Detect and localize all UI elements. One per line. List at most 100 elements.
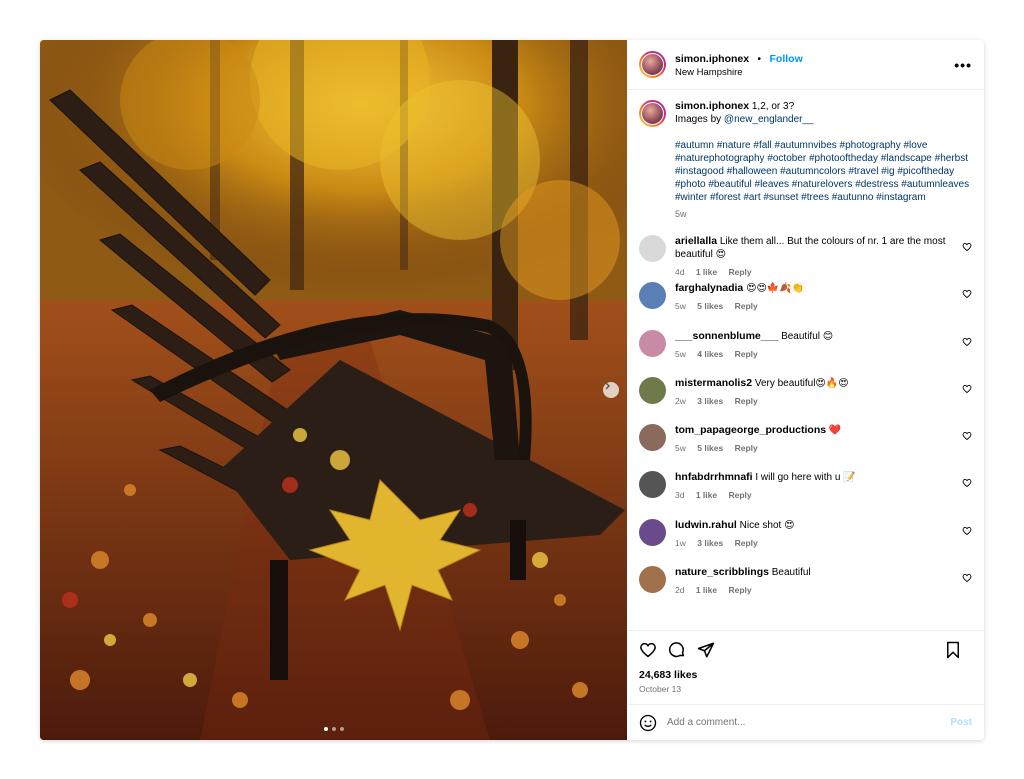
carousel-dot-3 [340,727,344,731]
post-date: October 13 [639,684,682,694]
comments-panel[interactable]: simon.iphonex 1,2, or 3? Images by @new_… [627,90,984,630]
comment-text: Beautiful 😊 [781,330,834,342]
add-comment-bar: Post [627,704,984,740]
comment-like-heart-icon[interactable] [962,289,972,299]
comment-item: mistermanolis2 Very beautiful😍🔥😍 2w 3 li… [639,376,972,424]
author-username[interactable]: simon.iphonex [675,53,749,65]
comment-list: ariellalla Like them all... But the colo… [639,235,972,613]
post-header: simon.iphonex • Follow New Hampshire ••• [627,40,984,90]
comment-time: 5w [675,443,686,454]
commenter-username[interactable]: farghalynadia [675,282,743,294]
comment-time: 2w [675,395,686,406]
caption-time: 5w [675,209,687,219]
comment-like-heart-icon[interactable] [962,337,972,347]
emoji-icon[interactable] [639,714,657,732]
comment-like-heart-icon[interactable] [962,431,972,441]
next-slide-button[interactable] [603,382,619,398]
post-actions: 24,683 likes October 13 [627,630,984,694]
autumn-bench-photo [40,40,627,740]
post-sidebar: simon.iphonex • Follow New Hampshire •••… [627,40,984,740]
caption-username[interactable]: simon.iphonex [675,100,749,112]
location-link[interactable]: New Hampshire [675,66,803,79]
commenter-username[interactable]: mistermanolis2 [675,377,752,389]
comment-item: ___sonnenblume___ Beautiful 😊 5w 4 likes… [639,329,972,377]
commenter-avatar[interactable] [639,566,666,594]
comment-time: 2d [675,585,685,596]
reply-button[interactable]: Reply [735,301,758,311]
carousel-dot-2 [332,727,336,731]
comment-like-heart-icon[interactable] [962,573,972,583]
comment-item: tom_papageorge_productions ❤️ 5w 5 likes… [639,424,972,471]
comment-like-heart-icon[interactable] [962,242,972,252]
comment-item: ariellalla Like them all... But the colo… [639,235,972,282]
comment-like-heart-icon[interactable] [962,478,972,488]
reply-button[interactable]: Reply [735,538,758,548]
carousel-indicator [324,727,344,731]
comment-text: Nice shot 😍 [739,519,795,531]
reply-button[interactable]: Reply [735,396,758,406]
comment-like-heart-icon[interactable] [962,526,972,536]
comment-likes[interactable]: 3 likes [697,538,723,548]
comment-input[interactable] [667,717,937,728]
chevron-right-icon [605,382,610,390]
post-caption: simon.iphonex 1,2, or 3? Images by @new_… [639,100,972,221]
caption-hashtags[interactable]: #autumn #nature #fall #autumnvibes #phot… [675,139,970,204]
separator-dot: • [757,53,762,65]
commenter-username[interactable]: ariellalla [675,235,717,247]
reply-button[interactable]: Reply [729,585,752,595]
reply-button[interactable]: Reply [735,443,758,453]
comment-item: hnfabdrrhmnafi I will go here with u 📝 3… [639,471,972,518]
commenter-avatar[interactable] [639,235,666,262]
post-photo[interactable] [40,40,627,740]
comment-text: ❤️ [828,425,842,437]
comment-time: 5w [675,301,686,312]
comment-item: ludwin.rahul Nice shot 😍 1w 3 likes Repl… [639,518,972,566]
commenter-avatar[interactable] [639,424,666,452]
comment-likes[interactable]: 1 like [696,267,717,277]
commenter-avatar[interactable] [639,471,666,499]
comment-likes[interactable]: 1 like [696,490,717,500]
save-bookmark-icon[interactable] [945,641,961,659]
more-options-icon[interactable]: ••• [954,57,972,73]
caption-credit-prefix: Images by [675,114,724,125]
like-heart-icon[interactable] [639,641,657,659]
commenter-username[interactable]: ___sonnenblume___ [675,330,778,342]
caption-avatar[interactable] [639,100,666,127]
comment-like-heart-icon[interactable] [962,384,972,394]
comment-likes[interactable]: 5 likes [697,301,723,311]
commenter-username[interactable]: tom_papageorge_productions [675,424,826,436]
commenter-username[interactable]: nature_scribblings [675,566,769,578]
commenter-avatar[interactable] [639,282,666,310]
comment-likes[interactable]: 3 likes [697,396,723,406]
comment-text: I will go here with u 📝 [755,472,856,484]
comment-text: 😍😍🍁🍂👏 [746,283,805,295]
post-comment-button[interactable]: Post [950,717,972,728]
comment-item: farghalynadia 😍😍🍁🍂👏 5w 5 likes Reply [639,282,972,329]
comment-icon[interactable] [668,641,686,659]
comment-likes[interactable]: 4 likes [697,349,723,359]
share-icon[interactable] [697,641,715,659]
comment-text: Very beautiful😍🔥😍 [754,377,849,389]
comment-time: 4d [675,267,685,277]
comment-item: nature_scribblings Beautiful 2d 1 like R… [639,566,972,613]
comment-time: 3d [675,490,685,501]
reply-button[interactable]: Reply [729,267,752,277]
comment-time: 5w [675,348,686,359]
commenter-avatar[interactable] [639,329,666,357]
comment-text: Beautiful [771,567,811,579]
follow-button[interactable]: Follow [770,53,803,65]
like-count[interactable]: 24,683 likes [639,669,972,681]
comment-likes[interactable]: 5 likes [697,443,723,453]
comment-likes[interactable]: 1 like [696,585,717,595]
carousel-dot-1 [324,727,328,731]
commenter-username[interactable]: hnfabdrrhmnafi [675,471,753,483]
post-card: simon.iphonex • Follow New Hampshire •••… [40,40,984,740]
reply-button[interactable]: Reply [735,349,758,359]
commenter-avatar[interactable] [639,518,666,546]
author-avatar[interactable] [639,51,666,78]
credit-mention-link[interactable]: @new_englander__ [724,114,814,125]
comment-time: 1w [675,537,686,548]
commenter-username[interactable]: ludwin.rahul [675,519,737,531]
reply-button[interactable]: Reply [729,490,752,500]
commenter-avatar[interactable] [639,376,666,404]
